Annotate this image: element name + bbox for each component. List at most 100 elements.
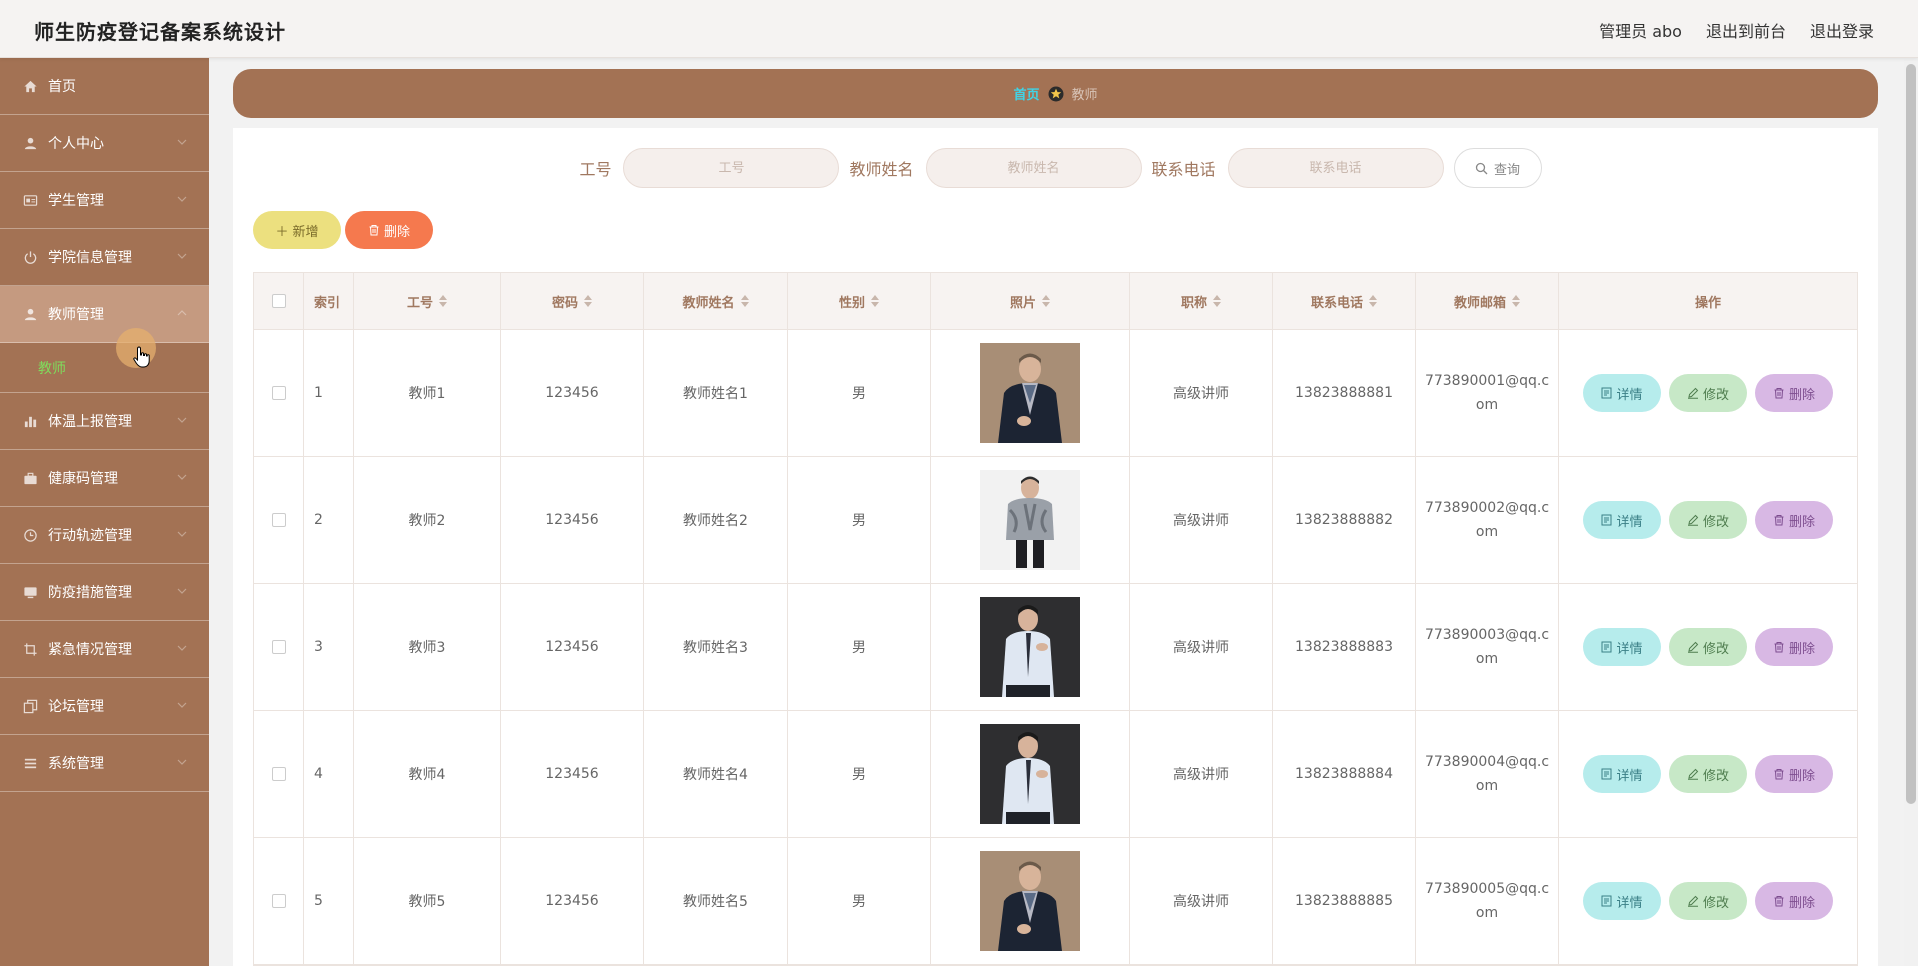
cell-phone: 13823888884 bbox=[1273, 711, 1416, 837]
breadcrumb-home-link[interactable]: 首页 bbox=[1013, 84, 1039, 103]
detail-button[interactable]: 详情 bbox=[1583, 755, 1661, 793]
sidebar-item-temperature[interactable]: 体温上报管理 bbox=[0, 393, 209, 450]
cell-password: 123456 bbox=[501, 711, 644, 837]
pencil-icon bbox=[1687, 514, 1699, 526]
add-button[interactable]: ＋ 新增 bbox=[253, 211, 341, 249]
header-index: 索引 bbox=[304, 273, 354, 329]
table-row: 5 教师5 123456 教师姓名5 男 高级讲师 13823888885 77… bbox=[254, 838, 1857, 965]
detail-button[interactable]: 详情 bbox=[1583, 628, 1661, 666]
scrollbar-thumb[interactable] bbox=[1906, 64, 1916, 804]
header-photo[interactable]: 照片 bbox=[931, 273, 1130, 329]
chevron-down-icon bbox=[177, 702, 187, 708]
edit-button[interactable]: 修改 bbox=[1669, 501, 1747, 539]
user-icon bbox=[22, 135, 38, 151]
menu-icon bbox=[22, 755, 38, 771]
sidebar-item-student[interactable]: 学生管理 bbox=[0, 172, 209, 229]
chevron-down-icon bbox=[177, 588, 187, 594]
row-select-cell bbox=[254, 711, 304, 837]
cell-gonghao: 教师5 bbox=[354, 838, 501, 964]
cell-email: 773890003@qq.com bbox=[1416, 584, 1559, 710]
star-icon bbox=[1048, 86, 1064, 102]
cell-index: 3 bbox=[304, 584, 354, 710]
top-header: 师生防疫登记备案系统设计 管理员 abo 退出到前台 退出登录 bbox=[0, 0, 1918, 58]
header-phone[interactable]: 联系电话 bbox=[1273, 273, 1416, 329]
cell-photo bbox=[931, 711, 1130, 837]
trash-icon bbox=[1774, 769, 1784, 780]
header-password[interactable]: 密码 bbox=[501, 273, 644, 329]
detail-button[interactable]: 详情 bbox=[1583, 374, 1661, 412]
cell-index: 5 bbox=[304, 838, 354, 964]
sidebar-item-label: 健康码管理 bbox=[48, 471, 118, 487]
row-delete-button[interactable]: 删除 bbox=[1755, 374, 1833, 412]
row-checkbox[interactable] bbox=[271, 767, 286, 781]
cell-title: 高级讲师 bbox=[1130, 711, 1273, 837]
row-delete-button[interactable]: 删除 bbox=[1755, 501, 1833, 539]
row-checkbox[interactable] bbox=[271, 640, 286, 654]
row-delete-button[interactable]: 删除 bbox=[1755, 628, 1833, 666]
sidebar-item-emergency[interactable]: 紧急情况管理 bbox=[0, 621, 209, 678]
sidebar-item-label: 行动轨迹管理 bbox=[48, 528, 132, 544]
edit-button[interactable]: 修改 bbox=[1669, 628, 1747, 666]
cell-operations: 详情 修改 删除 bbox=[1559, 711, 1857, 837]
edit-button[interactable]: 修改 bbox=[1669, 755, 1747, 793]
cell-index: 4 bbox=[304, 711, 354, 837]
edit-button[interactable]: 修改 bbox=[1669, 374, 1747, 412]
header-operations: 操作 bbox=[1694, 295, 1721, 311]
sidebar-item-teacher[interactable]: 教师管理 bbox=[0, 286, 209, 343]
row-select-cell bbox=[254, 457, 304, 583]
sidebar-item-health-code[interactable]: 健康码管理 bbox=[0, 450, 209, 507]
cell-password: 123456 bbox=[501, 838, 644, 964]
teacher-name-input[interactable] bbox=[925, 148, 1142, 188]
header-title[interactable]: 职称 bbox=[1130, 273, 1273, 329]
sidebar-item-system[interactable]: 系统管理 bbox=[0, 735, 209, 792]
cell-gender: 男 bbox=[788, 711, 931, 837]
row-checkbox[interactable] bbox=[271, 513, 286, 527]
document-icon bbox=[1601, 387, 1612, 399]
sidebar-item-label: 体温上报管理 bbox=[48, 414, 132, 430]
cell-teacher-name: 教师姓名3 bbox=[644, 584, 788, 710]
pencil-icon bbox=[1687, 895, 1699, 907]
sidebar-item-prevention[interactable]: 防疫措施管理 bbox=[0, 564, 209, 621]
detail-button[interactable]: 详情 bbox=[1583, 501, 1661, 539]
row-checkbox[interactable] bbox=[271, 894, 286, 908]
batch-delete-button[interactable]: 删除 bbox=[345, 211, 433, 249]
row-delete-button[interactable]: 删除 bbox=[1755, 882, 1833, 920]
batch-delete-label: 删除 bbox=[383, 223, 410, 239]
chevron-down-icon bbox=[177, 196, 187, 202]
document-icon bbox=[1601, 641, 1612, 653]
cell-password: 123456 bbox=[501, 584, 644, 710]
home-icon bbox=[22, 78, 38, 94]
table-row: 3 教师3 123456 教师姓名3 男 高级讲师 13823888883 77… bbox=[254, 584, 1857, 711]
header-teacher-name[interactable]: 教师姓名 bbox=[644, 273, 788, 329]
select-all-checkbox[interactable] bbox=[271, 294, 286, 308]
search-button[interactable]: 查询 bbox=[1453, 148, 1542, 188]
sidebar-item-label: 教师管理 bbox=[48, 307, 104, 323]
row-delete-button[interactable]: 删除 bbox=[1755, 755, 1833, 793]
sidebar-item-label: 学生管理 bbox=[48, 193, 104, 209]
sidebar-item-label: 紧急情况管理 bbox=[48, 642, 132, 658]
header-gonghao[interactable]: 工号 bbox=[354, 273, 501, 329]
header-gender[interactable]: 性别 bbox=[788, 273, 931, 329]
sidebar-item-home[interactable]: 首页 bbox=[0, 58, 209, 115]
header-email[interactable]: 教师邮箱 bbox=[1416, 273, 1559, 329]
logout-link[interactable]: 退出登录 bbox=[1810, 18, 1874, 42]
chevron-down-icon bbox=[177, 417, 187, 423]
sort-icon bbox=[871, 295, 879, 307]
gonghao-input[interactable] bbox=[623, 148, 840, 188]
document-icon bbox=[1601, 514, 1612, 526]
sidebar-item-label: 个人中心 bbox=[48, 136, 104, 152]
sidebar-item-forum[interactable]: 论坛管理 bbox=[0, 678, 209, 735]
sidebar-item-trajectory[interactable]: 行动轨迹管理 bbox=[0, 507, 209, 564]
action-bar: ＋ 新增 删除 bbox=[253, 211, 433, 249]
trash-icon bbox=[1774, 642, 1784, 653]
sidebar-item-personal-center[interactable]: 个人中心 bbox=[0, 115, 209, 172]
sidebar-item-college[interactable]: 学院信息管理 bbox=[0, 229, 209, 286]
edit-button[interactable]: 修改 bbox=[1669, 882, 1747, 920]
detail-button[interactable]: 详情 bbox=[1583, 882, 1661, 920]
cell-phone: 13823888882 bbox=[1273, 457, 1416, 583]
row-checkbox[interactable] bbox=[271, 386, 286, 400]
cell-title: 高级讲师 bbox=[1130, 457, 1273, 583]
submenu-item-teacher[interactable]: 教师 bbox=[0, 343, 209, 393]
exit-to-front-link[interactable]: 退出到前台 bbox=[1706, 18, 1786, 42]
phone-input[interactable] bbox=[1227, 148, 1444, 188]
